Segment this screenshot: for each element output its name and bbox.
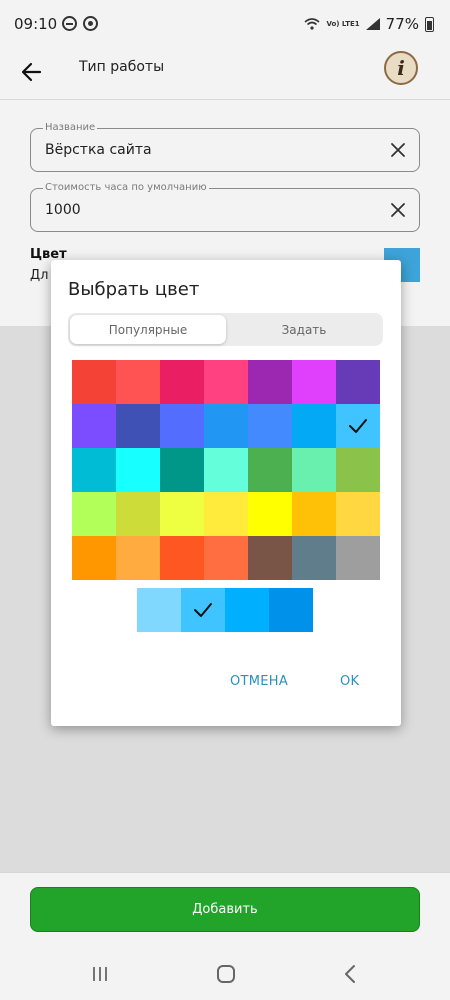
price-field-value: 1000: [45, 202, 81, 218]
palette-color-24[interactable]: [160, 492, 204, 536]
lte-icon: Vo) LTE1: [326, 19, 360, 28]
palette-color-29[interactable]: [72, 536, 116, 580]
price-field-label: Стоимость часа по умолчанию: [43, 182, 209, 194]
recents-icon[interactable]: [91, 966, 109, 982]
color-mode-tabs: Популярные Задать: [68, 313, 383, 346]
palette-color-16[interactable]: [116, 448, 160, 492]
clear-price-icon[interactable]: [389, 201, 407, 219]
shade-color-1[interactable]: [137, 588, 181, 632]
palette-color-26[interactable]: [248, 492, 292, 536]
palette-color-5[interactable]: [248, 360, 292, 404]
palette-color-9[interactable]: [116, 404, 160, 448]
palette-color-20[interactable]: [292, 448, 336, 492]
info-icon[interactable]: i: [384, 51, 418, 85]
palette-color-23[interactable]: [116, 492, 160, 536]
palette-color-17[interactable]: [160, 448, 204, 492]
palette-color-10[interactable]: [160, 404, 204, 448]
name-field-value: Вёрстка сайта: [45, 142, 152, 158]
palette-color-1[interactable]: [72, 360, 116, 404]
wifi-icon: [304, 18, 320, 30]
palette-color-21[interactable]: [336, 448, 380, 492]
palette-color-6[interactable]: [292, 360, 336, 404]
home-icon[interactable]: [217, 965, 235, 983]
shade-color-4[interactable]: [269, 588, 313, 632]
palette-color-22[interactable]: [72, 492, 116, 536]
palette-color-7[interactable]: [336, 360, 380, 404]
palette-color-32[interactable]: [204, 536, 248, 580]
tab-custom[interactable]: Задать: [226, 315, 382, 344]
palette-color-18[interactable]: [204, 448, 248, 492]
sync-icon: [83, 16, 98, 31]
palette-color-35[interactable]: [336, 536, 380, 580]
color-palette: [72, 360, 380, 580]
back-icon[interactable]: [343, 964, 357, 984]
palette-color-2[interactable]: [116, 360, 160, 404]
battery-icon: [425, 16, 434, 32]
status-right: Vo) LTE1 77%: [304, 15, 434, 33]
system-nav-bar: [0, 948, 450, 1000]
info-icon-letter: i: [397, 56, 405, 80]
palette-color-3[interactable]: [160, 360, 204, 404]
palette-color-34[interactable]: [292, 536, 336, 580]
do-not-disturb-icon: [62, 16, 77, 31]
palette-color-14[interactable]: [336, 404, 380, 448]
color-description: Дл: [30, 268, 49, 283]
palette-color-11[interactable]: [204, 404, 248, 448]
palette-color-12[interactable]: [248, 404, 292, 448]
shade-color-2[interactable]: [181, 588, 225, 632]
palette-color-28[interactable]: [336, 492, 380, 536]
palette-color-8[interactable]: [72, 404, 116, 448]
status-bar: 09:10 Vo) LTE1 77%: [0, 0, 450, 48]
battery-percent: 77%: [385, 15, 419, 33]
palette-color-33[interactable]: [248, 536, 292, 580]
name-field-label: Название: [43, 122, 98, 134]
price-field[interactable]: Стоимость часа по умолчанию 1000: [30, 182, 420, 232]
tab-popular[interactable]: Популярные: [70, 315, 226, 344]
color-shades: [137, 588, 313, 632]
add-button[interactable]: Добавить: [30, 887, 420, 932]
palette-color-25[interactable]: [204, 492, 248, 536]
back-arrow-icon[interactable]: [18, 58, 46, 86]
check-icon: [194, 603, 212, 617]
ok-button[interactable]: OK: [340, 674, 359, 689]
palette-color-27[interactable]: [292, 492, 336, 536]
check-icon: [349, 419, 367, 433]
palette-color-19[interactable]: [248, 448, 292, 492]
palette-color-30[interactable]: [116, 536, 160, 580]
shade-color-3[interactable]: [225, 588, 269, 632]
palette-color-4[interactable]: [204, 360, 248, 404]
color-picker-dialog: Выбрать цвет Популярные Задать ОТМЕНА OK: [51, 260, 401, 726]
clear-name-icon[interactable]: [389, 141, 407, 159]
page-title: Тип работы: [79, 59, 165, 75]
name-field[interactable]: Название Вёрстка сайта: [30, 122, 420, 172]
palette-color-15[interactable]: [72, 448, 116, 492]
app-bar: Тип работы i: [0, 48, 450, 100]
cancel-button[interactable]: ОТМЕНА: [230, 674, 288, 689]
status-time: 09:10: [14, 15, 58, 33]
status-left-icons: [62, 16, 98, 31]
palette-color-13[interactable]: [292, 404, 336, 448]
signal-icon: [365, 18, 380, 30]
dialog-title: Выбрать цвет: [68, 279, 200, 300]
palette-color-31[interactable]: [160, 536, 204, 580]
